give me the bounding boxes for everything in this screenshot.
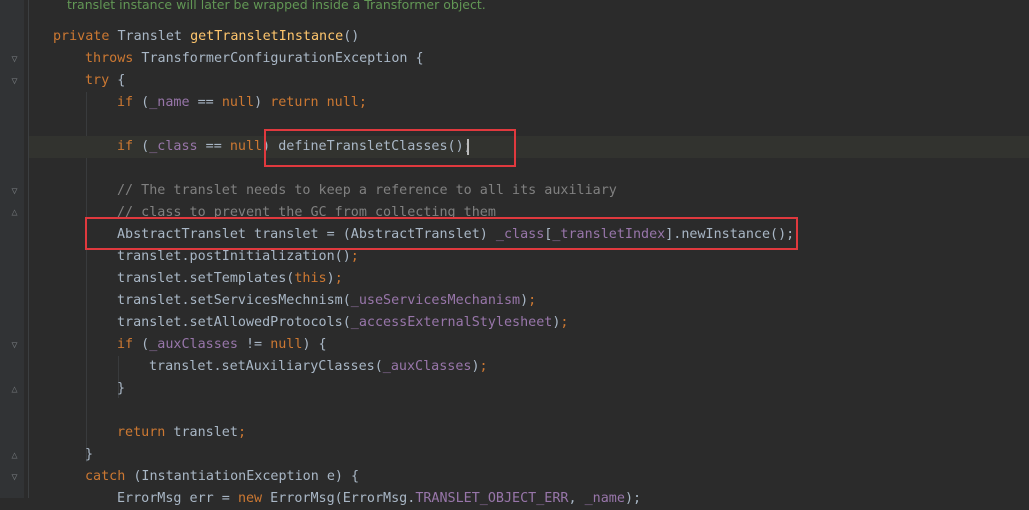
code-text: ) — [520, 293, 529, 308]
code-text: ( — [133, 337, 150, 352]
code-text: translet.setTemplates( — [117, 271, 295, 286]
semicolon: ; — [560, 315, 569, 330]
semicolon: ; — [528, 293, 537, 308]
code-text: translet.setAuxiliaryClasses( — [149, 359, 383, 374]
field: _name — [584, 491, 625, 506]
code-text: ( — [133, 95, 150, 110]
semicolon: ; — [334, 271, 343, 286]
code-text: translet.setAllowedProtocols( — [117, 315, 351, 330]
code-text: , — [568, 491, 585, 506]
code-text: ) { — [302, 337, 327, 352]
keyword: return — [270, 95, 319, 110]
keyword: catch — [85, 469, 126, 484]
field: _auxClasses — [382, 359, 472, 374]
field: _accessExternalStylesheet — [350, 315, 553, 330]
code-text: ErrorMsg(ErrorMsg. — [262, 491, 416, 506]
method-name: getTransletInstance — [190, 29, 344, 44]
code-text: ErrorMsg err = — [117, 491, 238, 506]
field: _class — [149, 139, 198, 154]
keyword: try — [85, 73, 110, 88]
code-line[interactable]: catch (InstantiationException e) { — [85, 466, 359, 488]
fold-icon[interactable]: ▽ — [10, 341, 19, 351]
code-line[interactable]: translet.setTemplates(this); — [117, 268, 343, 290]
code-line[interactable]: if (_auxClasses != null) { — [117, 334, 327, 356]
field: _auxClasses — [149, 337, 238, 352]
gutter-separator — [28, 0, 29, 498]
gutter — [0, 0, 24, 498]
keyword: throws — [85, 51, 134, 66]
field: _useServicesMechanism — [350, 293, 521, 308]
code-line[interactable]: translet.setServicesMechnism(_useService… — [117, 290, 536, 312]
code-text: ( — [133, 139, 150, 154]
semicolon: ; — [350, 249, 359, 264]
code-line[interactable]: private Translet getTransletInstance() — [53, 26, 359, 48]
code-text: translet — [165, 425, 238, 440]
keyword: null — [221, 95, 255, 110]
code-line[interactable]: } — [117, 378, 125, 400]
code-line[interactable]: translet.setAllowedProtocols(_accessExte… — [117, 312, 568, 334]
code-line[interactable]: translet.setAuxiliaryClasses(_auxClasses… — [149, 356, 488, 378]
code-editor[interactable]: ▽ ▽ ▽ △ ▽ △ △ ▽ translet instance will l… — [0, 0, 1029, 506]
doc-comment: translet instance will later be wrapped … — [67, 0, 486, 12]
keyword: new — [237, 491, 263, 506]
fold-icon[interactable]: ▽ — [10, 187, 19, 197]
keyword: null — [270, 337, 303, 352]
keyword: null — [229, 139, 263, 154]
fold-icon[interactable]: △ — [10, 208, 19, 218]
code-line[interactable]: if (_name == null) return null; — [117, 92, 367, 114]
semicolon: ; — [358, 95, 367, 110]
fold-icon[interactable]: △ — [10, 451, 19, 461]
code-text: translet.setServicesMechnism( — [117, 293, 351, 308]
keyword: return — [117, 425, 166, 440]
field: _name — [149, 95, 190, 110]
code-text: translet.postInitialization() — [117, 249, 351, 264]
code-text: ) — [254, 95, 271, 110]
keyword: private — [53, 29, 110, 44]
code-text: != — [237, 337, 271, 352]
code-line[interactable]: } — [85, 444, 93, 466]
fold-icon[interactable]: △ — [10, 385, 19, 395]
code-text: == — [189, 95, 222, 110]
keyword: if — [117, 337, 134, 352]
code-text: (InstantiationException e) { — [125, 469, 360, 484]
semicolon: ; — [479, 359, 488, 374]
code-line[interactable]: throws TransformerConfigurationException… — [85, 48, 424, 70]
code-text: ) — [326, 271, 335, 286]
keyword: if — [117, 95, 134, 110]
code-text: == — [197, 139, 230, 154]
field: TRANSLET_OBJECT_ERR — [415, 491, 569, 506]
code-text: ) — [471, 359, 480, 374]
code-text: { — [109, 73, 126, 88]
code-comment: // The translet needs to keep a referenc… — [117, 183, 617, 198]
code-text: Translet — [109, 29, 191, 44]
fold-icon[interactable]: ▽ — [10, 77, 19, 87]
annotation-box-new-instance — [85, 217, 798, 250]
code-text: ); — [624, 491, 642, 506]
code-line[interactable]: try { — [85, 70, 125, 92]
code-text: TransformerConfigurationException { — [133, 51, 424, 66]
code-line[interactable]: ErrorMsg err = new ErrorMsg(ErrorMsg.TRA… — [117, 488, 641, 510]
code-text: () — [343, 29, 360, 44]
fold-icon[interactable]: ▽ — [10, 55, 19, 65]
keyword: this — [294, 271, 327, 286]
keyword: null — [326, 95, 359, 110]
annotation-box-define-classes — [264, 129, 516, 167]
keyword: if — [117, 139, 134, 154]
semicolon: ; — [237, 425, 246, 440]
fold-icon[interactable]: ▽ — [10, 473, 19, 483]
code-line[interactable]: return translet; — [117, 422, 246, 444]
